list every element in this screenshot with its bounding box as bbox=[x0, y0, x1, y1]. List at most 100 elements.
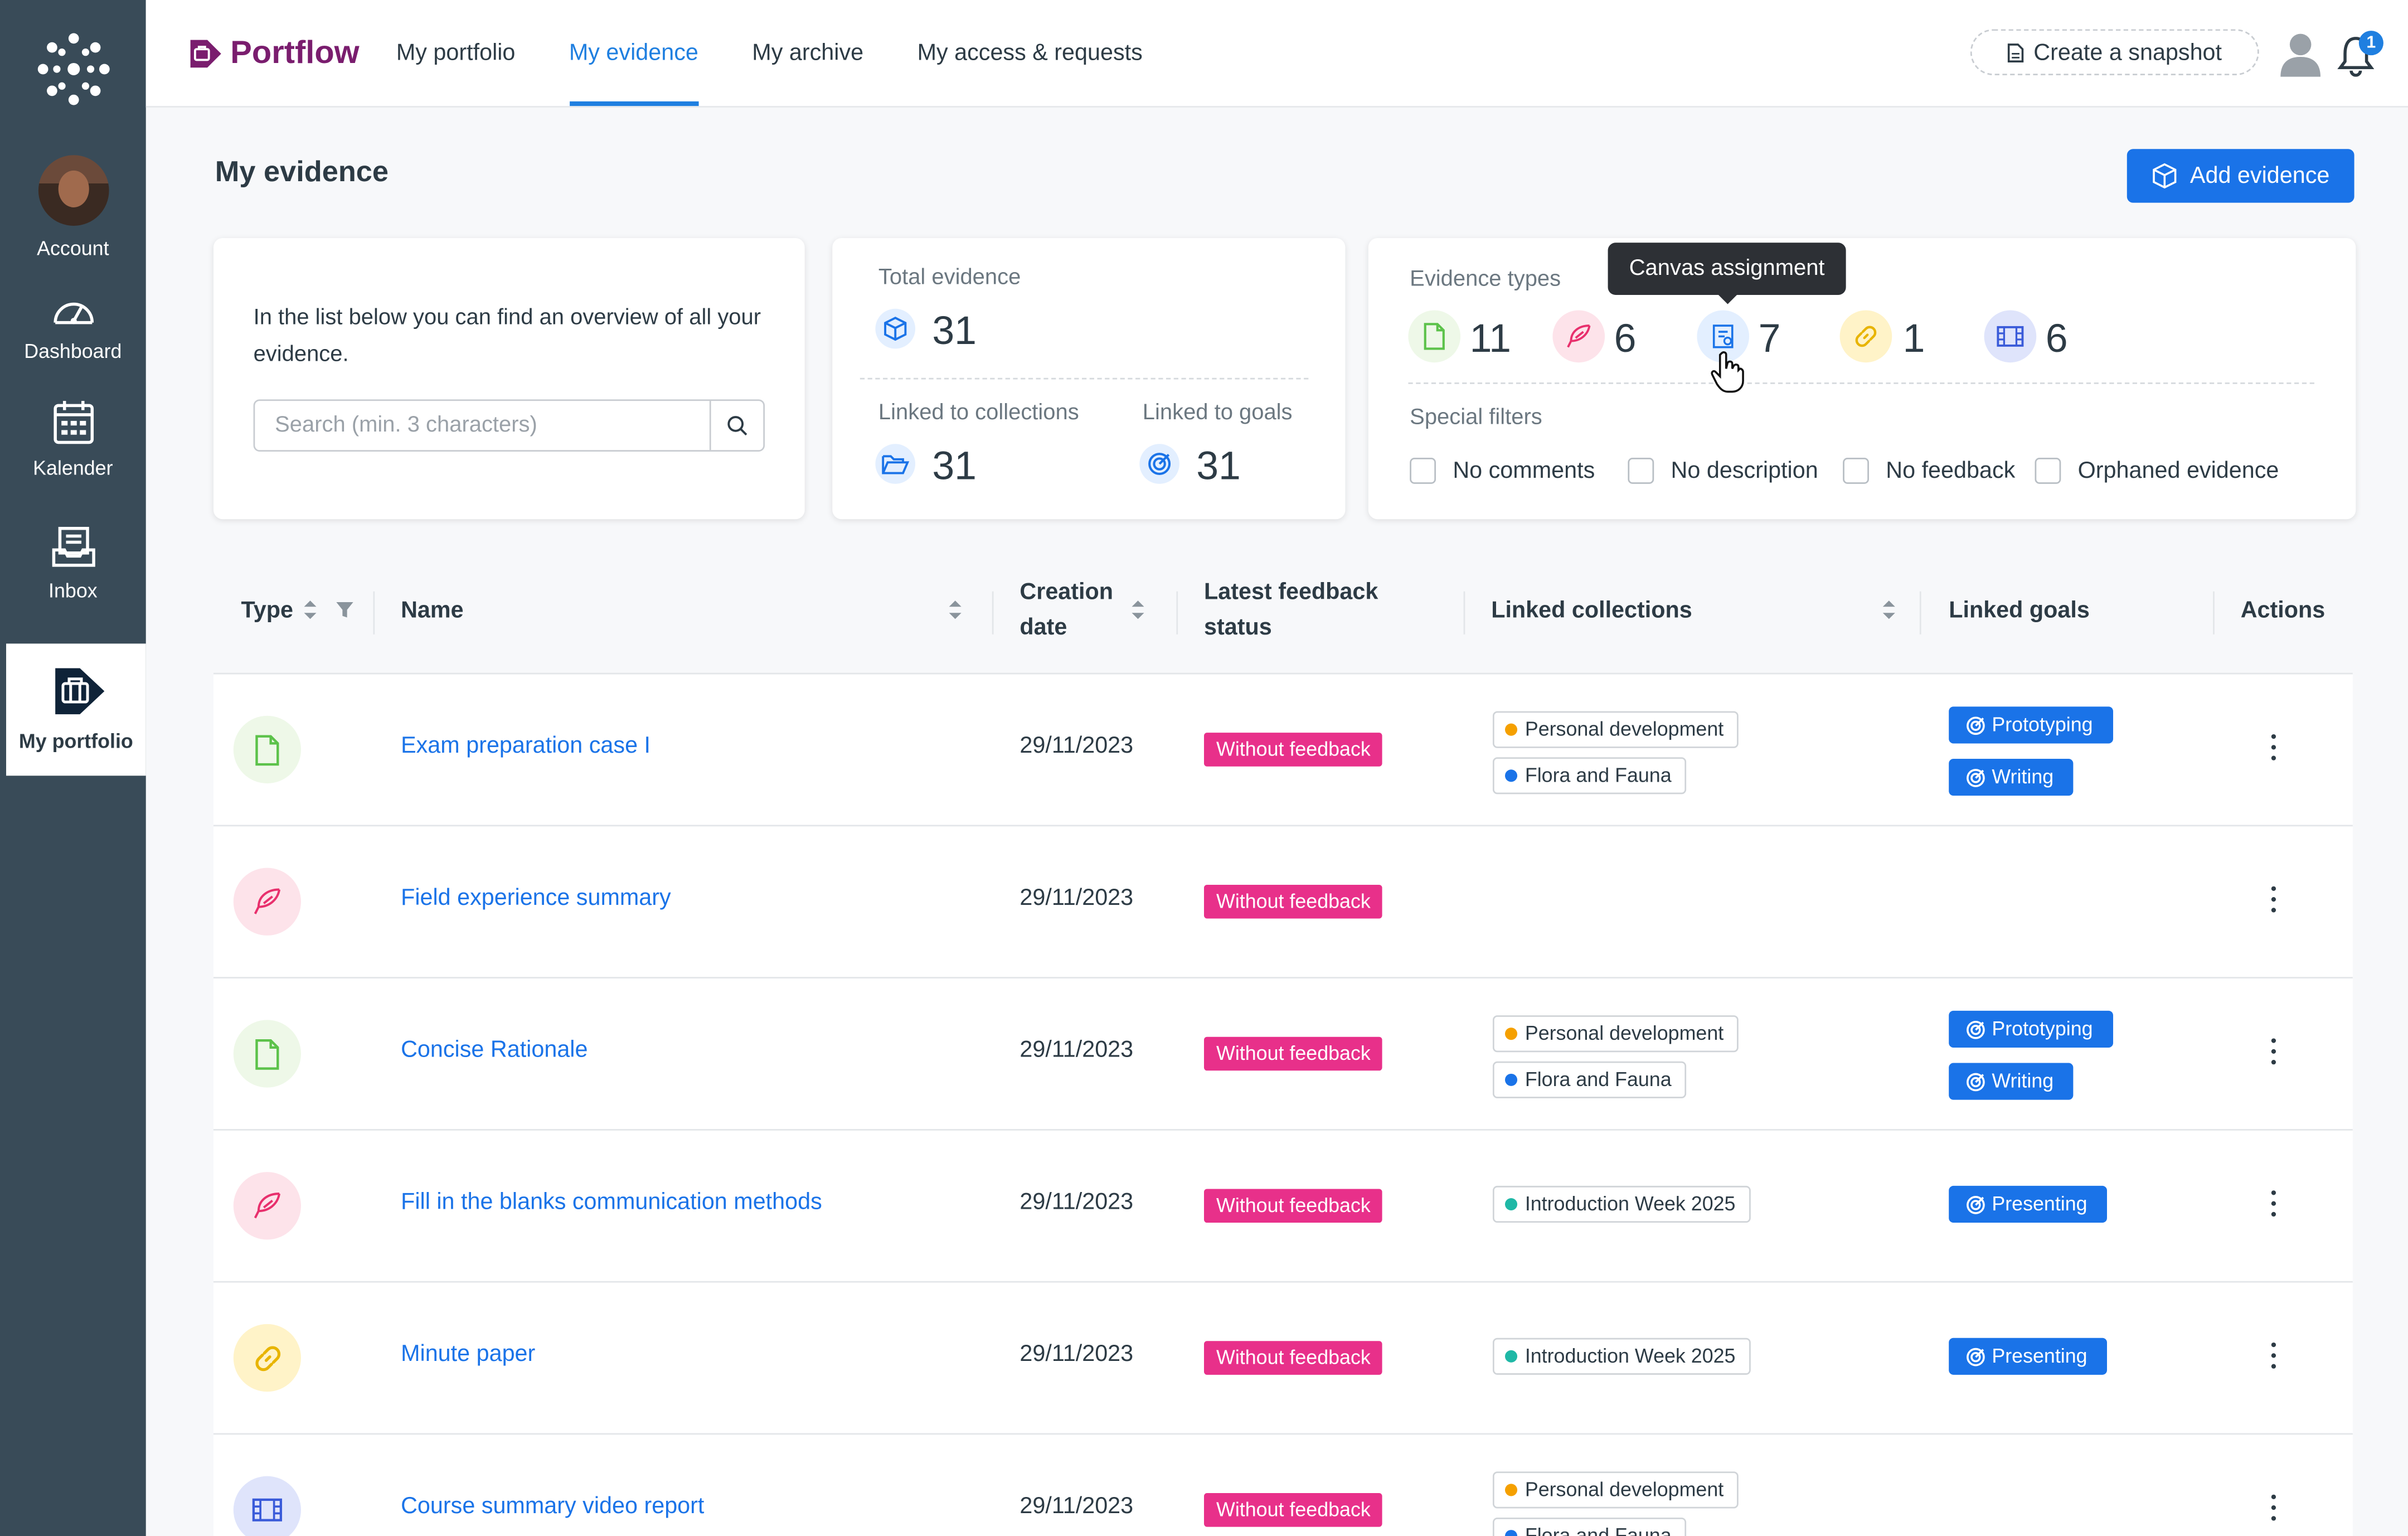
column-separator bbox=[1176, 591, 1178, 634]
goal-tag[interactable]: Presenting bbox=[1949, 1338, 2108, 1375]
evidence-name-link[interactable]: Field experience summary bbox=[401, 885, 671, 911]
filter-orphaned-evidence[interactable]: Orphaned evidence bbox=[2035, 458, 2279, 484]
nav-account[interactable]: Account bbox=[0, 155, 146, 260]
collection-tag[interactable]: Introduction Week 2025 bbox=[1492, 1338, 1751, 1375]
evidence-name-link[interactable]: Minute paper bbox=[401, 1341, 535, 1367]
evidence-name-link[interactable]: Exam preparation case I bbox=[401, 733, 650, 759]
tab-my-portfolio[interactable]: My portfolio bbox=[396, 0, 516, 106]
checkbox[interactable] bbox=[1843, 458, 1869, 484]
add-evidence-label: Add evidence bbox=[2189, 163, 2330, 189]
evidence-type-badge bbox=[233, 1324, 301, 1392]
tab-my-evidence[interactable]: My evidence bbox=[569, 0, 699, 106]
collection-tag[interactable]: Flora and Fauna bbox=[1492, 1061, 1687, 1098]
target-icon bbox=[1967, 1020, 1985, 1039]
evidence-name-link[interactable]: Fill in the blanks communication methods bbox=[401, 1189, 822, 1215]
nav-my-portfolio[interactable]: My portfolio bbox=[6, 643, 146, 776]
column-separator bbox=[1919, 591, 1921, 634]
goal-tag[interactable]: Prototyping bbox=[1949, 1010, 2113, 1048]
nav-inbox[interactable]: Inbox bbox=[0, 525, 146, 602]
row-actions-menu-icon[interactable] bbox=[2268, 886, 2278, 917]
column-type[interactable]: Type bbox=[241, 593, 293, 628]
type-reflection-filter[interactable] bbox=[1552, 310, 1605, 363]
nav-dashboard[interactable]: Dashboard bbox=[0, 292, 146, 362]
user-profile-icon[interactable] bbox=[2278, 31, 2324, 77]
checkbox[interactable] bbox=[2035, 458, 2061, 484]
evidence-name-link[interactable]: Course summary video report bbox=[401, 1493, 704, 1519]
evidence-name-link[interactable]: Concise Rationale bbox=[401, 1037, 588, 1063]
nav-account-label: Account bbox=[37, 236, 109, 260]
collection-tag[interactable]: Flora and Fauna bbox=[1492, 757, 1687, 794]
checkbox[interactable] bbox=[1628, 458, 1654, 484]
type-video-filter[interactable] bbox=[1984, 310, 2037, 363]
add-evidence-button[interactable]: Add evidence bbox=[2127, 149, 2354, 203]
sort-icon[interactable] bbox=[1130, 599, 1146, 621]
collection-tag-label: Introduction Week 2025 bbox=[1525, 1344, 1736, 1368]
calendar-icon bbox=[53, 401, 93, 444]
evidence-type-badge bbox=[233, 1020, 301, 1088]
collection-tag[interactable]: Introduction Week 2025 bbox=[1492, 1185, 1751, 1223]
row-actions-menu-icon[interactable] bbox=[2268, 1038, 2278, 1069]
feedback-status-badge: Without feedback bbox=[1203, 1189, 1383, 1223]
table-row: Concise Rationale 29/11/2023 Without feedb… bbox=[213, 977, 2353, 1129]
search-input[interactable] bbox=[271, 411, 708, 439]
intro-text: In the list below you can find an overvi… bbox=[253, 306, 761, 367]
create-snapshot-button[interactable]: Create a snapshot bbox=[1970, 29, 2259, 75]
sort-icon[interactable] bbox=[1881, 599, 1897, 621]
collection-tag[interactable]: Flora and Fauna bbox=[1492, 1518, 1687, 1536]
search-button[interactable] bbox=[709, 401, 763, 450]
hand-cursor-icon bbox=[1711, 351, 1744, 393]
intro-card: In the list below you can find an overvi… bbox=[213, 238, 805, 520]
evidence-types-title: Evidence types bbox=[1410, 267, 1561, 292]
row-actions-menu-icon[interactable] bbox=[2268, 1342, 2278, 1373]
type-video-count: 6 bbox=[2045, 314, 2068, 361]
column-name[interactable]: Name bbox=[401, 593, 464, 628]
nav-calendar[interactable]: Kalender bbox=[0, 399, 146, 479]
evidence-type-badge bbox=[233, 715, 301, 784]
filter-no-feedback[interactable]: No feedback bbox=[1843, 458, 2015, 484]
collection-tag[interactable]: Personal development bbox=[1492, 1015, 1739, 1053]
sort-icon[interactable] bbox=[303, 599, 318, 621]
row-actions-menu-icon[interactable] bbox=[2268, 1494, 2278, 1525]
goal-tag[interactable]: Presenting bbox=[1949, 1185, 2108, 1223]
evidence-type-badge bbox=[233, 1476, 301, 1536]
feedback-status-badge: Without feedback bbox=[1203, 1341, 1383, 1375]
filter-no-description[interactable]: No description bbox=[1628, 458, 1818, 484]
collection-tag[interactable]: Personal development bbox=[1492, 1471, 1739, 1509]
filter-label: No description bbox=[1671, 458, 1818, 484]
portfolio-icon bbox=[54, 668, 104, 715]
link-icon bbox=[253, 1343, 281, 1372]
column-linked-collections[interactable]: Linked collections bbox=[1491, 593, 1692, 628]
sort-icon[interactable] bbox=[948, 599, 963, 621]
nav-dashboard-label: Dashboard bbox=[24, 339, 122, 363]
tab-my-access-requests[interactable]: My access & requests bbox=[917, 0, 1143, 106]
type-file-filter[interactable] bbox=[1408, 310, 1461, 363]
feedback-status-badge: Without feedback bbox=[1203, 1493, 1383, 1527]
table-row: Exam preparation case I 29/11/2023 Without… bbox=[213, 672, 2353, 825]
brand-name: Portflow bbox=[230, 35, 360, 71]
evidence-table-header: Type Name Creation date Latest feedback … bbox=[213, 553, 2353, 673]
collection-tag-label: Flora and Fauna bbox=[1525, 1524, 1672, 1536]
goal-tag[interactable]: Writing bbox=[1949, 1063, 2074, 1100]
filter-no-comments[interactable]: No comments bbox=[1410, 458, 1595, 484]
canvas-logo-icon[interactable] bbox=[34, 29, 114, 109]
type-link-count: 1 bbox=[1902, 314, 1925, 361]
evidence-types-card: Evidence types 11 6 7 1 6 Special filter… bbox=[1368, 238, 2356, 520]
goal-tag[interactable]: Prototyping bbox=[1949, 706, 2113, 744]
tab-my-archive[interactable]: My archive bbox=[752, 0, 863, 106]
column-creation-date[interactable]: Creation date bbox=[1019, 574, 1113, 645]
row-actions-menu-icon[interactable] bbox=[2268, 1190, 2278, 1221]
file-icon bbox=[255, 734, 279, 766]
row-actions-menu-icon[interactable] bbox=[2268, 734, 2278, 765]
filter-funnel-icon[interactable] bbox=[335, 600, 355, 619]
target-icon bbox=[1967, 716, 1985, 734]
canvas-assignment-tooltip: Canvas assignment bbox=[1608, 243, 1846, 304]
portflow-logo[interactable]: Portflow bbox=[187, 32, 360, 75]
target-icon-circle bbox=[1139, 444, 1179, 484]
filter-label: No comments bbox=[1453, 458, 1595, 484]
collection-tag[interactable]: Personal development bbox=[1492, 711, 1739, 748]
feedback-line-1: Latest feedback bbox=[1203, 579, 1378, 605]
goal-tag-label: Presenting bbox=[1992, 1191, 2087, 1215]
checkbox[interactable] bbox=[1410, 458, 1436, 484]
type-link-filter[interactable] bbox=[1839, 310, 1892, 363]
goal-tag[interactable]: Writing bbox=[1949, 759, 2074, 796]
